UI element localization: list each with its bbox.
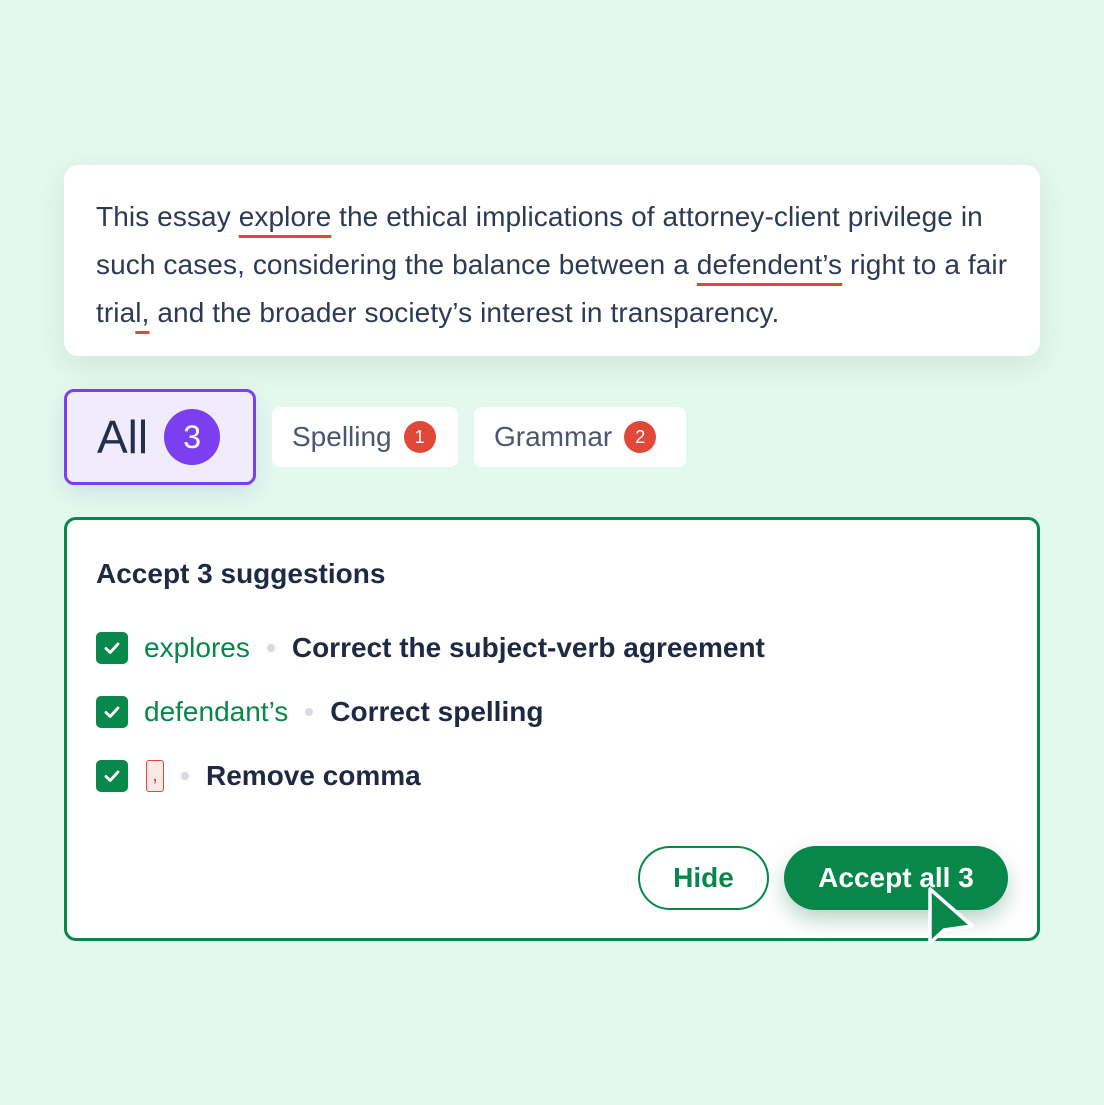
separator-dot: [305, 708, 314, 716]
essay-segment: This essay: [96, 201, 239, 232]
suggestion-row: , Remove comma: [96, 756, 421, 796]
tab-spelling[interactable]: Spelling 1: [272, 407, 458, 467]
check-icon: [104, 642, 120, 654]
flagged-word-explore[interactable]: explore: [239, 201, 332, 232]
removed-comma: ,: [146, 760, 164, 792]
tab-all[interactable]: All 3: [64, 389, 256, 485]
suggestion-description: Correct spelling: [330, 696, 544, 727]
tab-all-label: All: [97, 411, 149, 463]
check-icon: [104, 706, 120, 718]
tab-grammar[interactable]: Grammar 2: [474, 407, 686, 467]
separator-dot: [266, 644, 275, 652]
tab-spelling-label: Spelling: [292, 421, 392, 452]
suggestions-panel: Accept 3 suggestions explores Correct th…: [64, 517, 1040, 941]
panel-title: Accept 3 suggestions: [96, 558, 386, 589]
suggestion-description: Correct the subject-verb agreement: [291, 632, 765, 663]
suggestion-replacement: explores: [144, 632, 250, 663]
essay-segment: and the broader society’s interest in tr…: [149, 297, 780, 328]
flagged-comma[interactable]: l,: [135, 297, 149, 328]
tab-all-count-badge: 3: [164, 409, 221, 465]
suggestion-checkbox[interactable]: [96, 760, 128, 792]
check-icon: [104, 770, 120, 782]
separator-dot: [181, 772, 189, 780]
suggestion-row: explores Correct the subject-verb agreem…: [96, 628, 765, 668]
suggestion-row: defendant’s Correct spelling: [96, 692, 543, 732]
tab-spelling-count-badge: 1: [403, 421, 436, 453]
stage: This essay explore the ethical implicati…: [0, 0, 1104, 1105]
hide-button[interactable]: Hide: [638, 846, 769, 910]
suggestion-checkbox[interactable]: [96, 632, 128, 664]
tab-grammar-label: Grammar: [494, 421, 613, 452]
flagged-word-defendent[interactable]: defendent’s: [697, 249, 842, 280]
mouse-pointer-icon: [928, 887, 974, 945]
tab-grammar-count-badge: 2: [624, 421, 657, 453]
essay-text[interactable]: This essay explore the ethical implicati…: [96, 193, 1008, 337]
suggestion-checkbox[interactable]: [96, 696, 128, 728]
suggestion-replacement: defendant’s: [144, 696, 289, 727]
essay-card: This essay explore the ethical implicati…: [64, 165, 1040, 356]
suggestion-description: Remove comma: [206, 760, 421, 791]
